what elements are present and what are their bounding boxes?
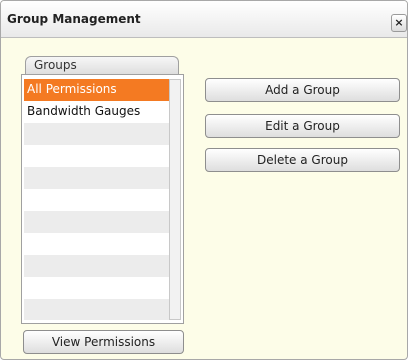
group-management-dialog: Group Management × Groups All Permission… <box>0 0 408 360</box>
groups-tab: Groups <box>25 56 179 74</box>
list-item-empty <box>24 277 169 299</box>
groups-list: All Permissions Bandwidth Gauges <box>24 79 169 320</box>
list-item-empty <box>24 189 169 211</box>
dialog-title: Group Management <box>7 12 141 26</box>
list-item-empty <box>24 167 169 189</box>
group-item-bandwidth-gauges[interactable]: Bandwidth Gauges <box>24 101 169 123</box>
list-item-empty <box>24 211 169 233</box>
groups-list-frame: All Permissions Bandwidth Gauges <box>21 74 184 324</box>
edit-group-button[interactable]: Edit a Group <box>205 114 400 138</box>
list-scrollbar[interactable] <box>169 79 181 320</box>
group-item-all-permissions[interactable]: All Permissions <box>24 79 169 101</box>
list-item-empty <box>24 233 169 255</box>
title-bar: Group Management × <box>1 1 407 38</box>
add-group-button[interactable]: Add a Group <box>205 78 400 102</box>
list-item-empty <box>24 145 169 167</box>
list-item-empty <box>24 123 169 145</box>
close-button[interactable]: × <box>391 14 407 32</box>
list-item-empty <box>24 255 169 277</box>
delete-group-button[interactable]: Delete a Group <box>205 148 400 172</box>
list-item-empty <box>24 299 169 320</box>
view-permissions-button[interactable]: View Permissions <box>23 330 184 354</box>
